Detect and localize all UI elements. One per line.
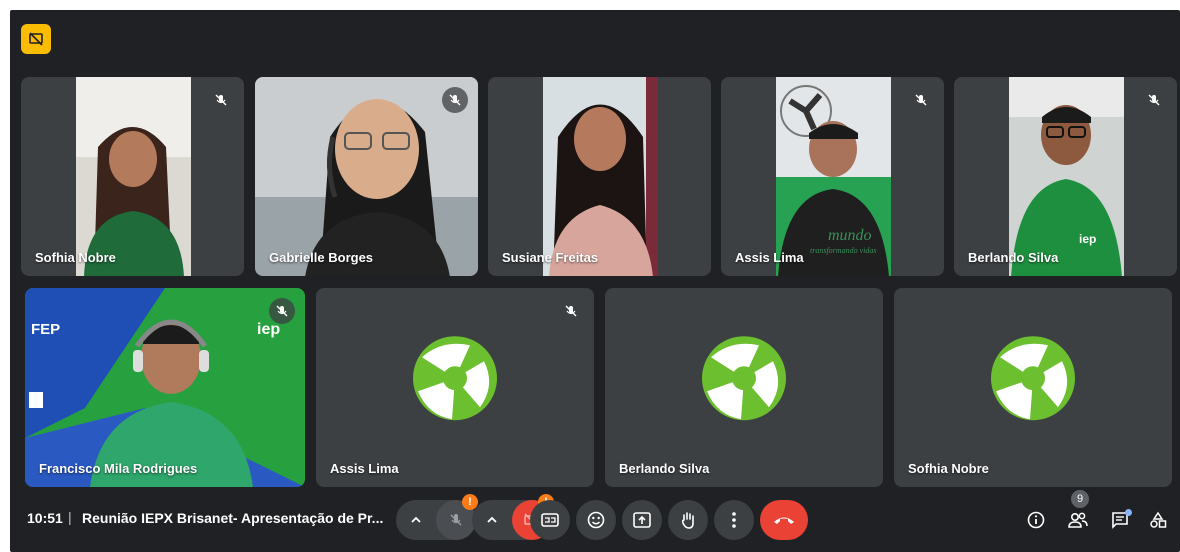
mic-control[interactable]: ! xyxy=(396,494,478,540)
participant-tile[interactable]: mundo transformando vidas Assis Lima xyxy=(721,77,944,276)
participant-name: Berlando Silva xyxy=(968,250,1059,265)
avatar xyxy=(990,335,1076,426)
present-button[interactable] xyxy=(622,500,662,540)
captions-icon xyxy=(541,513,559,527)
svg-text:transformando vidas: transformando vidas xyxy=(810,246,876,255)
chevron-up-icon[interactable] xyxy=(472,500,512,540)
chevron-up-icon[interactable] xyxy=(396,500,436,540)
participant-tile[interactable]: iep Berlando Silva xyxy=(954,77,1177,276)
mic-off-icon xyxy=(442,87,468,113)
captions-button[interactable] xyxy=(530,500,570,540)
emoji-icon xyxy=(587,511,605,529)
participant-name: Assis Lima xyxy=(330,461,399,476)
participant-name: Sofhia Nobre xyxy=(35,250,116,265)
chat-button[interactable] xyxy=(1102,500,1138,540)
participant-tile[interactable]: Sofhia Nobre xyxy=(21,77,244,276)
activities-icon xyxy=(1150,511,1167,528)
participant-tile[interactable]: Sofhia Nobre xyxy=(894,288,1172,487)
participant-tile[interactable]: Gabrielle Borges xyxy=(255,77,478,276)
more-icon xyxy=(732,512,736,528)
people-button[interactable]: 9 xyxy=(1060,490,1096,540)
participant-tile[interactable]: FEP iep Francisco Mila Rodrigues xyxy=(25,288,305,487)
meeting-stage: Sofhia Nobre Gabrielle Borges Susiane Fr… xyxy=(10,10,1180,552)
emoji-button[interactable] xyxy=(576,500,616,540)
mic-off-icon xyxy=(908,87,934,113)
people-icon xyxy=(1068,512,1088,528)
svg-text:mundo: mundo xyxy=(828,227,872,244)
participant-name: Francisco Mila Rodrigues xyxy=(39,461,198,476)
mic-off-icon xyxy=(1141,87,1167,113)
participant-tile[interactable]: Assis Lima xyxy=(316,288,594,487)
meeting-title: Reunião IEPX Brisanet- Apresentação de P… xyxy=(82,510,384,526)
leave-call-button[interactable] xyxy=(760,500,808,540)
activities-button[interactable] xyxy=(1140,500,1176,540)
raise-hand-button[interactable] xyxy=(668,500,708,540)
mic-off-icon xyxy=(558,298,584,324)
participant-name: Assis Lima xyxy=(735,250,804,265)
hangup-icon xyxy=(774,517,794,524)
more-options-button[interactable] xyxy=(714,500,754,540)
svg-text:iep: iep xyxy=(257,321,280,338)
participant-count-badge: 9 xyxy=(1071,490,1089,508)
control-bar: 10:51 | Reunião IEPX Brisanet- Apresenta… xyxy=(10,488,1180,552)
hand-icon xyxy=(681,512,694,529)
mic-off-icon xyxy=(269,298,295,324)
participant-name: Gabrielle Borges xyxy=(269,250,374,265)
present-icon xyxy=(633,512,651,528)
svg-text:iep: iep xyxy=(1079,232,1096,246)
divider: | xyxy=(68,509,72,525)
mic-icon[interactable]: ! xyxy=(436,494,478,540)
participant-name: Sofhia Nobre xyxy=(908,461,989,476)
mic-off-icon xyxy=(208,87,234,113)
unread-badge xyxy=(1125,509,1132,516)
clock: 10:51 xyxy=(27,510,63,526)
participant-tile[interactable]: Berlando Silva xyxy=(605,288,883,487)
meeting-info-button[interactable] xyxy=(1018,500,1054,540)
no-presenting-icon[interactable] xyxy=(21,24,51,54)
avatar xyxy=(701,335,787,426)
participant-name: Susiane Freitas xyxy=(502,250,599,265)
avatar xyxy=(412,335,498,426)
info-icon xyxy=(1027,511,1045,529)
participant-tile[interactable]: Susiane Freitas xyxy=(488,77,711,276)
participant-name: Berlando Silva xyxy=(619,461,710,476)
svg-text:FEP: FEP xyxy=(31,321,60,338)
